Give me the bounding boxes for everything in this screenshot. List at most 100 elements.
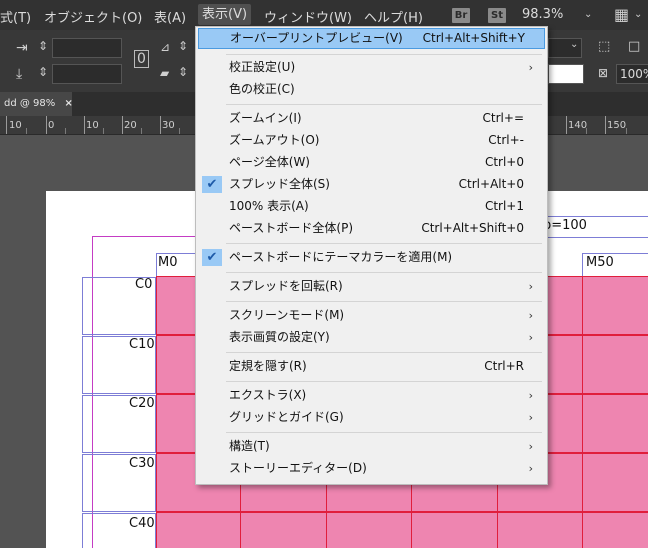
stepper-icon[interactable]: ⇕ [178,65,188,79]
menu-separator [226,301,542,302]
menu-item-extras[interactable]: エクストラ(X) › [198,385,543,406]
menu-item-label: 定規を隠す(R) [229,359,307,373]
menu-item-label: オーバープリントプレビュー(V) [230,31,403,45]
ruler-major-tick [84,116,85,134]
close-icon[interactable]: × [64,98,72,109]
column-label: M0 [158,255,178,270]
menu-table[interactable]: 表(A) [154,7,186,26]
menu-item-label: 100% 表示(A) [229,199,309,213]
row-label: C20 [129,396,155,411]
zoom-level[interactable]: 98.3% [522,7,563,22]
menu-item-rotate-spread[interactable]: スプレッドを回転(R) › [198,276,543,297]
inset-top-field[interactable] [52,64,122,84]
menu-separator [226,432,542,433]
ruler-label: 20 [124,120,137,131]
ruler-minor-tick [179,128,180,134]
chevron-down-icon[interactable]: ⌄ [570,39,578,50]
ruler-label: 10 [9,120,22,131]
corner-options-icon[interactable]: ⬚ [598,39,610,54]
frame-icon[interactable]: □ [628,39,640,54]
stock-button[interactable]: St [488,8,506,23]
menu-item-actual-size[interactable]: 100% 表示(A) Ctrl+1 [198,196,543,217]
menu-item-structure[interactable]: 構造(T) › [198,436,543,457]
submenu-arrow-icon: › [528,389,533,402]
menu-item-hide-rulers[interactable]: 定規を隠す(R) Ctrl+R [198,356,543,377]
menu-window[interactable]: ウィンドウ(W) [264,7,352,26]
link-icon[interactable]: 0 [134,50,149,68]
document-tab[interactable]: dd @ 98% × [0,92,73,116]
menu-item-display-performance[interactable]: 表示画質の設定(Y) › [198,327,543,348]
checkmark-icon: ✔ [202,249,222,266]
ruler-label: 150 [607,120,627,131]
menu-item-zoom-in[interactable]: ズームイン(I) Ctrl+= [198,108,543,129]
ruler-minor-tick [65,128,66,134]
menu-item-screen-mode[interactable]: スクリーンモード(M) › [198,305,543,326]
row-label: C10 [129,337,155,352]
menu-item-label: ペーストボードにテーマカラーを適用(M) [229,250,453,264]
menu-item-label: ペーストボード全体(P) [229,221,354,235]
ruler-label: 140 [568,120,588,131]
submenu-arrow-icon: › [528,61,533,74]
ruler-major-tick [122,116,123,134]
document-tab-label: dd @ 98% [4,98,56,109]
submenu-arrow-icon: › [528,462,533,475]
view-options-icon[interactable]: ▦ [614,5,629,24]
ruler-major-tick [566,116,567,134]
color-swatch-row[interactable] [156,512,648,548]
menu-item-fit-page[interactable]: ページ全体(W) Ctrl+0 [198,152,543,173]
stroke-type-field[interactable] [548,64,584,84]
menu-type[interactable]: 式(T) [0,7,31,26]
menu-item-shortcut: Ctrl+1 [484,199,524,213]
ruler-minor-tick [103,128,104,134]
ruler-major-tick [46,116,47,134]
menu-item-overprint-preview[interactable]: オーバープリントプレビュー(V) Ctrl+Alt+Shift+Y [198,28,545,49]
menu-item-label: スプレッドを回転(R) [229,279,343,293]
menu-object[interactable]: オブジェクト(O) [44,7,142,26]
menu-separator [226,381,542,382]
menu-item-label: グリッドとガイド(G) [229,410,344,424]
menu-item-label: ズームイン(I) [229,111,302,125]
top-inset-icon: ⤓ [16,66,23,82]
ruler-major-tick [6,116,7,134]
ruler-major-tick [605,116,606,134]
shear-icon[interactable]: ▰ [160,66,169,80]
header-text-frame[interactable]: p=100 [543,216,648,238]
menu-item-entire-pasteboard[interactable]: ペーストボード全体(P) Ctrl+Alt+Shift+0 [198,218,543,239]
menu-item-grids-guides[interactable]: グリッドとガイド(G) › [198,407,543,428]
menu-item-fit-spread[interactable]: ✔ スプレッド全体(S) Ctrl+Alt+0 [198,174,543,195]
chevron-down-icon[interactable]: ⌄ [634,9,642,20]
menu-view[interactable]: 表示(V) [198,4,252,25]
chevron-down-icon[interactable]: ⌄ [584,9,592,20]
menu-item-shortcut: Ctrl+Alt+Shift+0 [421,221,524,235]
opacity-icon: ⊠ [598,66,609,80]
opacity-field[interactable]: 100% [616,64,648,84]
ruler-minor-tick [26,128,27,134]
ruler-minor-tick [626,128,627,134]
menu-item-zoom-out[interactable]: ズームアウト(O) Ctrl+- [198,130,543,151]
menu-item-story-editor[interactable]: ストーリーエディター(D) › [198,458,543,479]
submenu-arrow-icon: › [528,331,533,344]
menu-item-proof-colors[interactable]: 色の校正(C) [198,79,543,100]
indent-left-field[interactable] [52,38,122,58]
menu-item-pasteboard-theme-color[interactable]: ✔ ペーストボードにテーマカラーを適用(M) [198,247,543,268]
bridge-button[interactable]: Br [452,8,470,23]
menu-help[interactable]: ヘルプ(H) [364,7,423,26]
checkmark-icon: ✔ [202,176,222,193]
menu-item-proof-setup[interactable]: 校正設定(U) › [198,57,543,78]
stepper-icon[interactable]: ⇕ [38,39,48,53]
menu-separator [226,243,542,244]
menu-separator [226,272,542,273]
menu-separator [226,352,542,353]
menu-item-label: スプレッド全体(S) [229,177,330,191]
row-label: C40 [129,516,155,531]
menu-item-shortcut: Ctrl+R [484,359,524,373]
reference-point-icon[interactable]: ⊿ [160,40,170,54]
ruler-label: 0 [48,120,55,131]
stepper-icon[interactable]: ⇕ [178,39,188,53]
stepper-icon[interactable]: ⇕ [38,65,48,79]
menu-item-label: ページ全体(W) [229,155,310,169]
view-menu-dropdown: オーバープリントプレビュー(V) Ctrl+Alt+Shift+Y 校正設定(U… [195,26,548,485]
ruler-label: 10 [86,120,99,131]
menu-separator [226,104,542,105]
menu-item-label: 色の校正(C) [229,82,295,96]
